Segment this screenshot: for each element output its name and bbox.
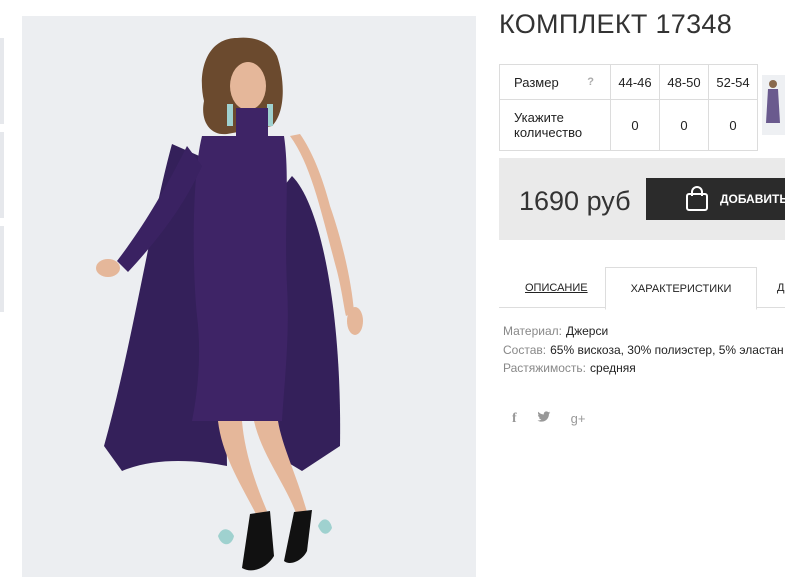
side-thumbnail-image [762, 75, 785, 135]
thumbnail-strip [0, 38, 4, 320]
tab-characteristics[interactable]: ХАРАКТЕРИСТИКИ [605, 267, 757, 310]
quantity-label: Укажите количество [499, 99, 611, 151]
spec-key: Материал: [503, 324, 562, 338]
product-tabs: ОПИСАНИЕ ХАРАКТЕРИСТИКИ Д [499, 267, 785, 310]
quantity-label-line2: количество [514, 125, 583, 140]
side-thumbnail[interactable] [762, 75, 785, 135]
spec-row: Материал: Джерси [503, 322, 784, 341]
model-illustration [22, 16, 476, 577]
quantity-input[interactable]: 0 [659, 99, 709, 151]
quantity-input[interactable]: 0 [610, 99, 660, 151]
product-main-image[interactable] [22, 16, 476, 577]
twitter-icon[interactable] [537, 411, 551, 427]
google-plus-icon[interactable]: g+ [571, 411, 586, 427]
product-title: КОМПЛЕКТ 17348 [499, 9, 733, 39]
quantity-input[interactable]: 0 [708, 99, 758, 151]
add-to-cart-button[interactable]: ДОБАВИТЬ В [646, 178, 785, 220]
social-share: f g+ [512, 411, 586, 427]
tab-third[interactable]: Д [777, 267, 784, 307]
characteristics-list: Материал: Джерси Состав: 65% вискоза, 30% … [503, 322, 784, 378]
tab-description[interactable]: ОПИСАНИЕ [525, 267, 588, 307]
size-option: 44-46 [610, 64, 660, 100]
quantity-label-line1: Укажите [514, 110, 564, 125]
size-label: Размер [514, 74, 559, 90]
spec-value: Джерси [565, 324, 609, 338]
spec-value: 65% вискоза, 30% полиэстер, 5% эластан [550, 342, 784, 357]
size-help-icon[interactable]: ? [587, 76, 594, 88]
spec-key: Растяжимость: [503, 361, 587, 375]
thumbnail-3[interactable] [0, 226, 4, 312]
spec-row: Растяжимость: средняя [503, 359, 784, 378]
product-price: 1690 руб [519, 186, 631, 216]
thumbnail-1[interactable] [0, 38, 4, 124]
size-option: 48-50 [659, 64, 709, 100]
size-row: Размер ? 44-46 48-50 52-54 [499, 64, 758, 100]
thumbnail-2[interactable] [0, 132, 4, 218]
price-box: 1690 руб ДОБАВИТЬ В [499, 158, 785, 240]
spec-key: Состав: [503, 342, 547, 357]
shopping-bag-icon [684, 186, 710, 212]
add-to-cart-label: ДОБАВИТЬ В [720, 192, 785, 206]
size-label-cell: Размер ? [499, 64, 611, 100]
size-option: 52-54 [708, 64, 758, 100]
facebook-icon[interactable]: f [512, 411, 517, 427]
spec-value: средняя [590, 361, 636, 375]
size-quantity-table: Размер ? 44-46 48-50 52-54 Укажите колич… [499, 64, 758, 151]
quantity-row: Укажите количество 0 0 0 [499, 99, 758, 151]
spec-row: Состав: 65% вискоза, 30% полиэстер, 5% эл… [503, 341, 784, 360]
